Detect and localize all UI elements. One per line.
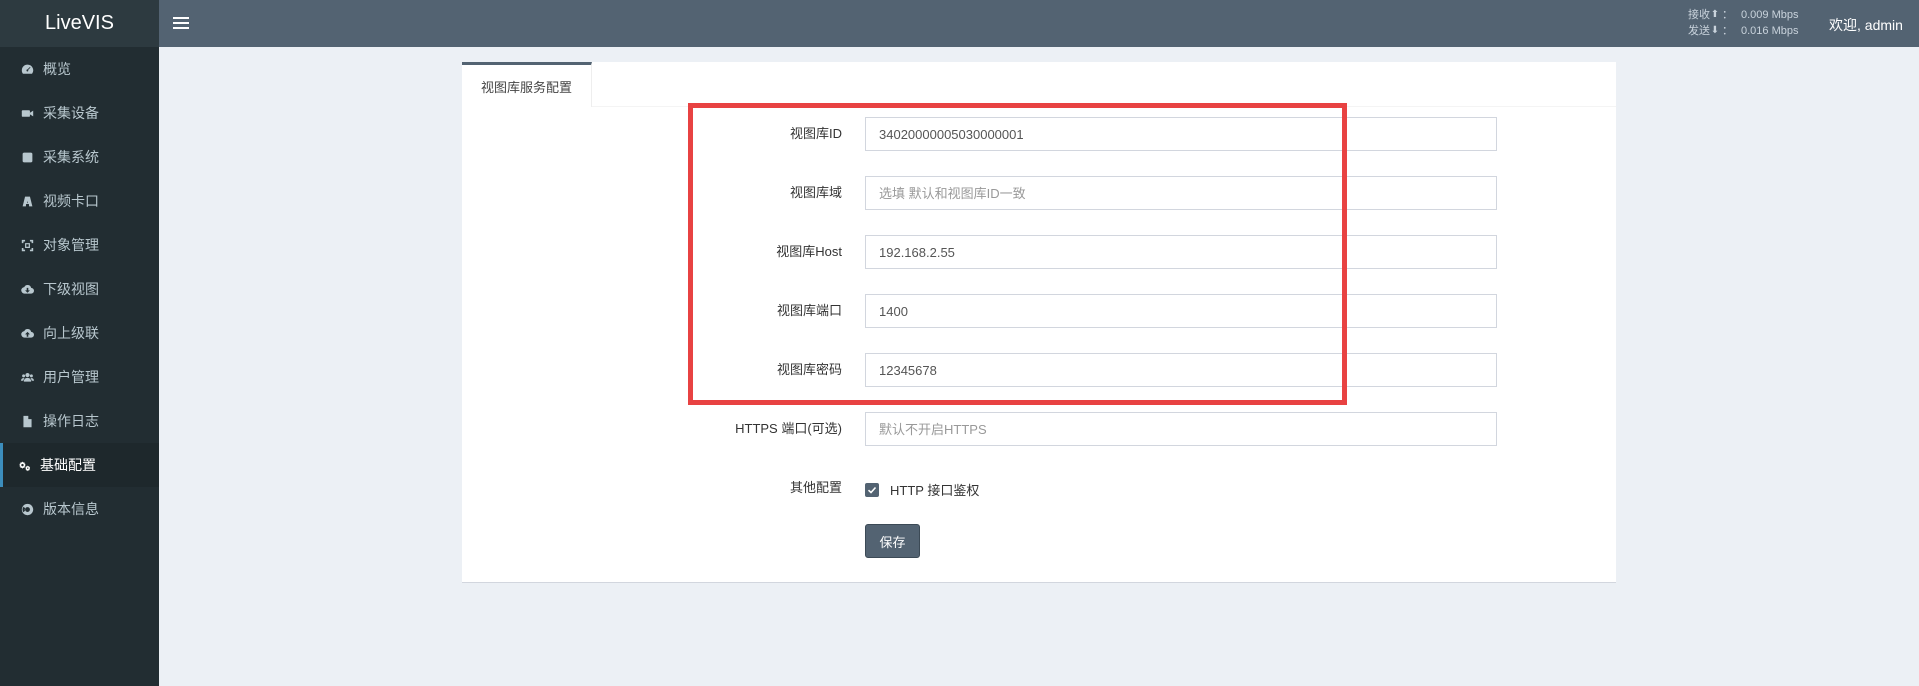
form-row-port: 视图库端口 xyxy=(462,294,1616,328)
sidebar-item-label: 采集设备 xyxy=(43,105,99,121)
sidebar-menu: 概览 采集设备 采集系统 视频卡口 对象管理 下级视图 向上级联 用户管理 操作… xyxy=(0,47,159,531)
library-domain-input[interactable] xyxy=(865,176,1497,210)
sidebar-item-label: 版本信息 xyxy=(43,501,99,517)
sidebar-item-overview[interactable]: 概览 xyxy=(0,47,159,91)
save-button[interactable]: 保存 xyxy=(865,524,920,558)
sidebar: LiveVIS 概览 采集设备 采集系统 视频卡口 对象管理 下级视图 向上级联 xyxy=(0,0,159,686)
tab-view-library-config[interactable]: 视图库服务配置 xyxy=(462,62,592,107)
sidebar-item-label: 向上级联 xyxy=(43,325,99,341)
app-logo[interactable]: LiveVIS xyxy=(0,0,159,47)
library-password-input[interactable] xyxy=(865,353,1497,387)
https-port-input[interactable] xyxy=(865,412,1497,446)
form-row-id: 视图库ID xyxy=(462,117,1616,151)
library-port-label: 视图库端口 xyxy=(776,303,842,318)
other-config-label: 其他配置 xyxy=(789,480,842,495)
sidebar-item-sub-views[interactable]: 下级视图 xyxy=(0,267,159,311)
sidebar-item-version[interactable]: 版本信息 xyxy=(0,487,159,531)
sidebar-item-label: 基础配置 xyxy=(40,457,96,473)
http-auth-label: HTTP 接口鉴权 xyxy=(890,483,980,498)
arrow-up-icon: ⬆ xyxy=(1710,9,1720,20)
object-icon xyxy=(20,238,34,252)
sidebar-item-devices[interactable]: 采集设备 xyxy=(0,91,159,135)
sidebar-item-label: 操作日志 xyxy=(43,413,99,429)
users-icon xyxy=(20,370,34,384)
tab-bar: 视图库服务配置 xyxy=(462,62,1616,107)
send-label: 发送 xyxy=(1688,25,1710,37)
https-port-label: HTTPS 端口(可选) xyxy=(735,421,842,436)
http-auth-checkbox[interactable] xyxy=(865,482,879,497)
network-stats: 接收 ⬆ ： 0.009 Mbps 发送 ⬇ ： 0.016 Mbps xyxy=(1688,7,1798,39)
form-row-domain: 视图库域 xyxy=(462,176,1616,210)
library-id-input[interactable] xyxy=(865,117,1497,151)
form-row-password: 视图库密码 xyxy=(462,353,1616,387)
library-domain-label: 视图库域 xyxy=(789,185,842,200)
stat-separator: ： xyxy=(1722,9,1733,21)
form-row-actions: 保存 xyxy=(462,524,1616,558)
recv-label: 接收 xyxy=(1688,9,1710,21)
config-panel: 视图库服务配置 视图库ID 视图库域 视图库Host 视图库端口 视图库密码 H… xyxy=(462,62,1616,583)
sidebar-item-checkpoint[interactable]: 视频卡口 xyxy=(0,179,159,223)
sidebar-item-basic-config[interactable]: 基础配置 xyxy=(0,443,159,487)
recv-value: 0.009 Mbps xyxy=(1741,9,1799,21)
camera-icon xyxy=(20,106,34,120)
form-row-other: 其他配置 HTTP 接口鉴权 xyxy=(462,471,1616,505)
cloud-download-icon xyxy=(20,282,34,296)
library-host-input[interactable] xyxy=(865,235,1497,269)
library-password-label: 视图库密码 xyxy=(776,362,842,377)
sidebar-item-label: 下级视图 xyxy=(43,281,99,297)
library-port-input[interactable] xyxy=(865,294,1497,328)
sidebar-item-label: 对象管理 xyxy=(43,237,99,253)
sidebar-item-label: 采集系统 xyxy=(43,149,99,165)
sidebar-item-logs[interactable]: 操作日志 xyxy=(0,399,159,443)
user-welcome[interactable]: 欢迎, admin xyxy=(1829,15,1903,35)
file-icon xyxy=(20,414,34,428)
top-navbar: 接收 ⬆ ： 0.009 Mbps 发送 ⬇ ： 0.016 Mbps 欢迎, … xyxy=(159,0,1919,47)
sidebar-item-cascade[interactable]: 向上级联 xyxy=(0,311,159,355)
sidebar-item-users[interactable]: 用户管理 xyxy=(0,355,159,399)
sidebar-item-label: 用户管理 xyxy=(43,369,99,385)
sidebar-item-systems[interactable]: 采集系统 xyxy=(0,135,159,179)
sidebar-toggle-icon[interactable] xyxy=(173,14,189,32)
library-host-label: 视图库Host xyxy=(776,244,842,259)
form-row-https-port: HTTPS 端口(可选) xyxy=(462,412,1616,446)
sidebar-item-label: 视频卡口 xyxy=(43,193,99,209)
form-row-host: 视图库Host xyxy=(462,235,1616,269)
send-value: 0.016 Mbps xyxy=(1741,25,1799,37)
library-id-label: 视图库ID xyxy=(789,126,842,141)
dashboard-icon xyxy=(20,62,34,76)
check-icon xyxy=(867,486,877,494)
lifebuoy-icon xyxy=(20,502,34,516)
gears-icon xyxy=(17,458,31,472)
arrow-down-icon: ⬇ xyxy=(1710,25,1720,36)
sidebar-item-label: 概览 xyxy=(43,61,71,77)
stat-separator: ： xyxy=(1722,25,1733,37)
sidebar-item-objects[interactable]: 对象管理 xyxy=(0,223,159,267)
http-auth-option: HTTP 接口鉴权 xyxy=(865,480,979,499)
road-icon xyxy=(20,194,34,208)
cloud-upload-icon xyxy=(20,326,34,340)
square-icon xyxy=(20,150,34,164)
